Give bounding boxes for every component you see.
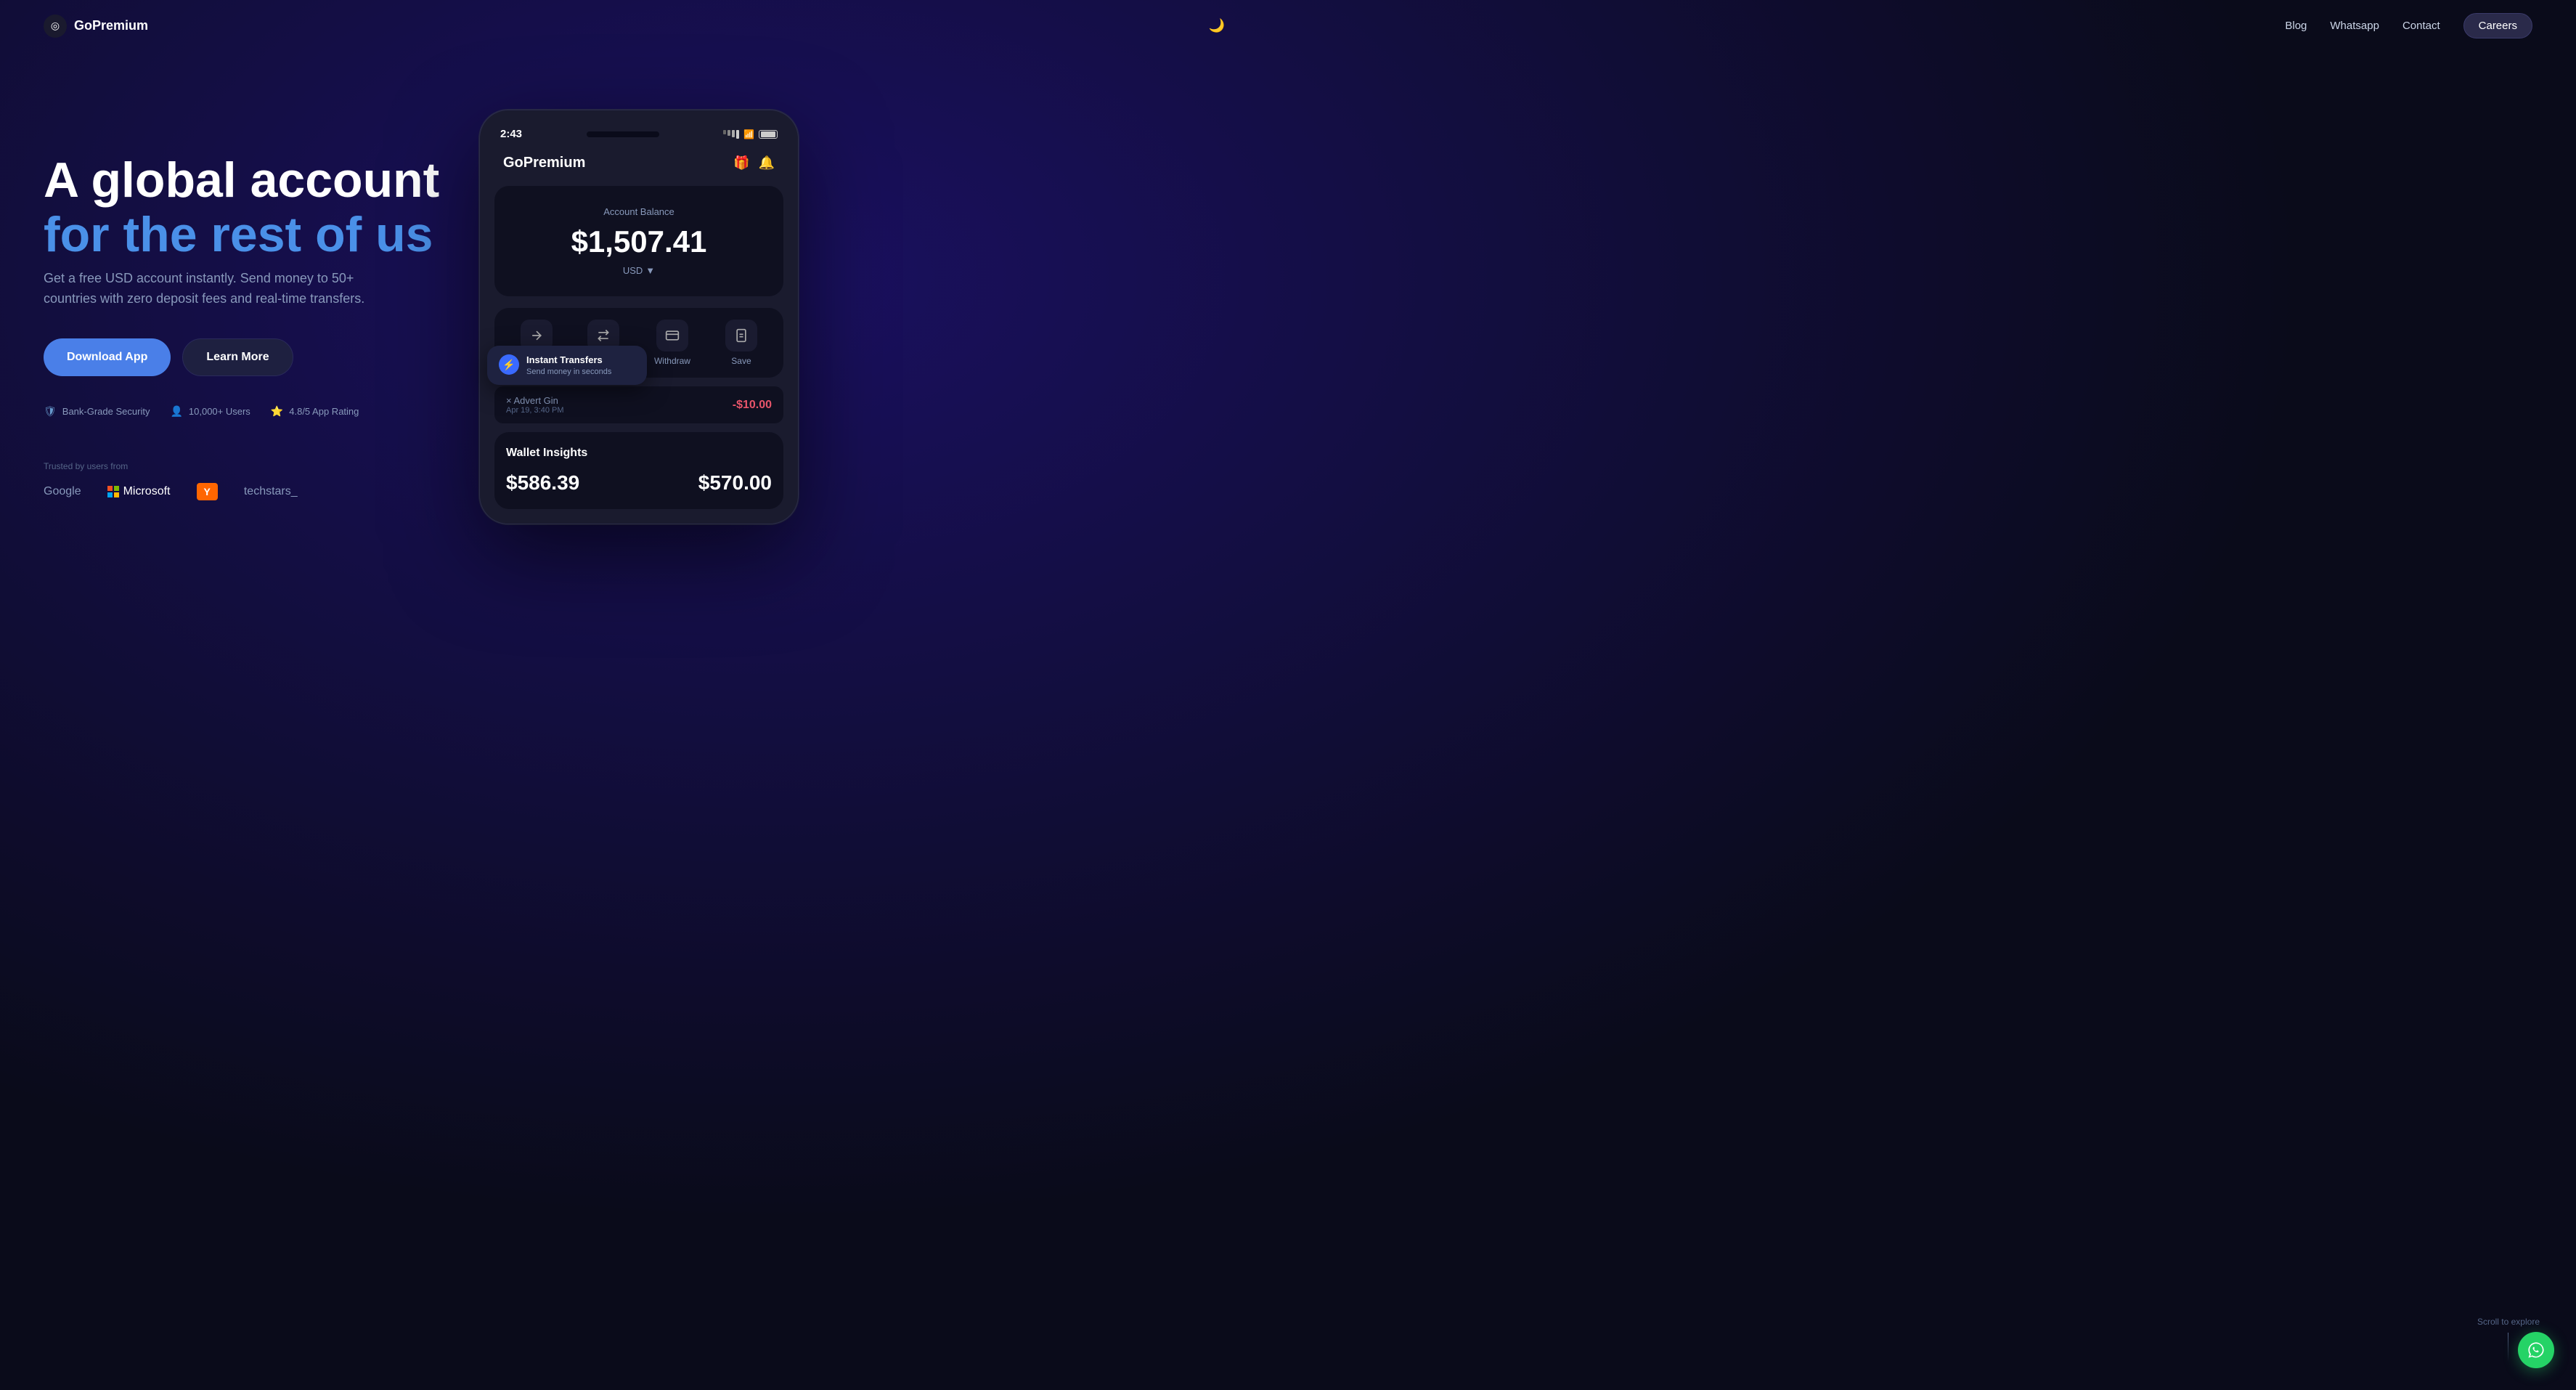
withdraw-icon — [656, 320, 688, 351]
phone-time: 2:43 — [500, 128, 522, 140]
save-button[interactable]: Save — [725, 320, 757, 366]
star-icon: ⭐ — [271, 405, 283, 418]
hero-content: A global account for the rest of us Get … — [44, 95, 479, 500]
badge-users-text: 10,000+ Users — [189, 406, 250, 417]
notification-icon[interactable]: 🔔 — [759, 155, 775, 171]
badge-rating: ⭐ 4.8/5 App Rating — [271, 405, 359, 418]
insights-values: $586.39 $570.00 — [506, 471, 772, 495]
logo-area[interactable]: ◎ GoPremium — [44, 15, 148, 38]
google-logo: Google — [44, 485, 81, 498]
microsoft-icon — [107, 486, 119, 497]
cta-buttons: Download App Learn More — [44, 338, 479, 376]
insight-value-2: $570.00 — [698, 471, 772, 495]
hero-title-line2: for the rest of us — [44, 208, 479, 262]
badge-security-text: Bank-Grade Security — [62, 406, 150, 417]
lightning-icon: ⚡ — [499, 354, 519, 375]
dark-mode-icon[interactable]: 🌙 — [1208, 18, 1224, 33]
learn-more-button[interactable]: Learn More — [182, 338, 293, 376]
phone-status-icons: 📶 — [723, 129, 778, 139]
microsoft-logo: Microsoft — [107, 485, 171, 498]
trusted-section: Trusted by users from Google Microsoft Y… — [44, 461, 479, 500]
hero-section: A global account for the rest of us Get … — [0, 52, 2576, 1383]
whatsapp-float-button[interactable] — [2518, 1332, 2554, 1368]
trusted-label: Trusted by users from — [44, 461, 479, 471]
transaction-name: × Advert Gin — [506, 395, 564, 406]
security-icon: 🛡 — [44, 405, 57, 418]
users-icon: 👤 — [170, 405, 182, 418]
nav-blog[interactable]: Blog — [2285, 20, 2307, 32]
logo-icon: ◎ — [44, 15, 67, 38]
badge-security: 🛡 Bank-Grade Security — [44, 405, 150, 418]
action-row: Send Convert Wit — [494, 308, 783, 378]
nav-whatsapp[interactable]: Whatsapp — [2330, 20, 2379, 32]
techstars-logo: techstars_ — [244, 485, 298, 498]
transaction-row: × Advert Gin Apr 19, 3:40 PM -$10.00 — [494, 386, 783, 423]
wifi-icon: 📶 — [743, 129, 754, 139]
balance-card: Account Balance $1,507.41 USD ▼ — [494, 186, 783, 296]
signal-icon — [723, 130, 739, 139]
wallet-insights-card: Wallet Insights $586.39 $570.00 — [494, 432, 783, 509]
hero-subtitle: Get a free USD account instantly. Send m… — [44, 268, 407, 310]
badge-users: 👤 10,000+ Users — [170, 405, 250, 418]
careers-button[interactable]: Careers — [2463, 13, 2532, 38]
save-icon — [725, 320, 757, 351]
save-label: Save — [731, 356, 751, 366]
nav-links: Blog Whatsapp Contact Careers — [2285, 13, 2532, 38]
phone-mockup: 2:43 📶 GoPremium — [479, 110, 799, 524]
nav-contact[interactable]: Contact — [2402, 20, 2440, 32]
balance-label: Account Balance — [509, 206, 769, 217]
nav-center: 🌙 — [1208, 18, 1224, 33]
tooltip-content: Instant Transfers Send money in seconds — [526, 354, 611, 376]
logo-symbol: ◎ — [51, 20, 60, 32]
transaction-date: Apr 19, 3:40 PM — [506, 406, 564, 415]
phone-container: 2:43 📶 GoPremium — [479, 110, 828, 524]
ycombinator-logo: Y — [197, 483, 218, 500]
currency-selector[interactable]: USD ▼ — [509, 265, 769, 276]
withdraw-button[interactable]: Withdraw — [654, 320, 690, 366]
transaction-info: × Advert Gin Apr 19, 3:40 PM — [506, 395, 564, 415]
brand-name: GoPremium — [74, 18, 148, 33]
currency-text: USD — [623, 265, 643, 276]
hero-title-line1: A global account — [44, 153, 439, 208]
tooltip-description: Send money in seconds — [526, 367, 611, 376]
app-header-icons: 🎁 🔔 — [733, 155, 775, 171]
badge-rating-text: 4.8/5 App Rating — [289, 406, 359, 417]
app-header: GoPremium 🎁 🔔 — [494, 149, 783, 177]
withdraw-label: Withdraw — [654, 356, 690, 366]
phone-notch — [587, 131, 659, 137]
gift-icon[interactable]: 🎁 — [733, 155, 749, 171]
dropdown-arrow: ▼ — [645, 265, 655, 276]
transaction-amount: -$10.00 — [733, 399, 772, 412]
insight-value-1: $586.39 — [506, 471, 579, 495]
scroll-text: Scroll to explore — [2477, 1317, 2540, 1327]
microsoft-text: Microsoft — [123, 485, 171, 498]
balance-amount: $1,507.41 — [509, 224, 769, 259]
tooltip-title: Instant Transfers — [526, 354, 611, 365]
phone-status-bar: 2:43 📶 — [494, 125, 783, 149]
download-app-button[interactable]: Download App — [44, 338, 171, 376]
trust-badges: 🛡 Bank-Grade Security 👤 10,000+ Users ⭐ … — [44, 405, 479, 418]
instant-transfers-tooltip: ⚡ Instant Transfers Send money in second… — [487, 346, 647, 385]
app-title: GoPremium — [503, 155, 585, 171]
trusted-logos: Google Microsoft Y techstars_ — [44, 483, 479, 500]
hero-title: A global account for the rest of us — [44, 153, 479, 262]
battery-icon — [759, 130, 778, 139]
insights-title: Wallet Insights — [506, 447, 772, 460]
